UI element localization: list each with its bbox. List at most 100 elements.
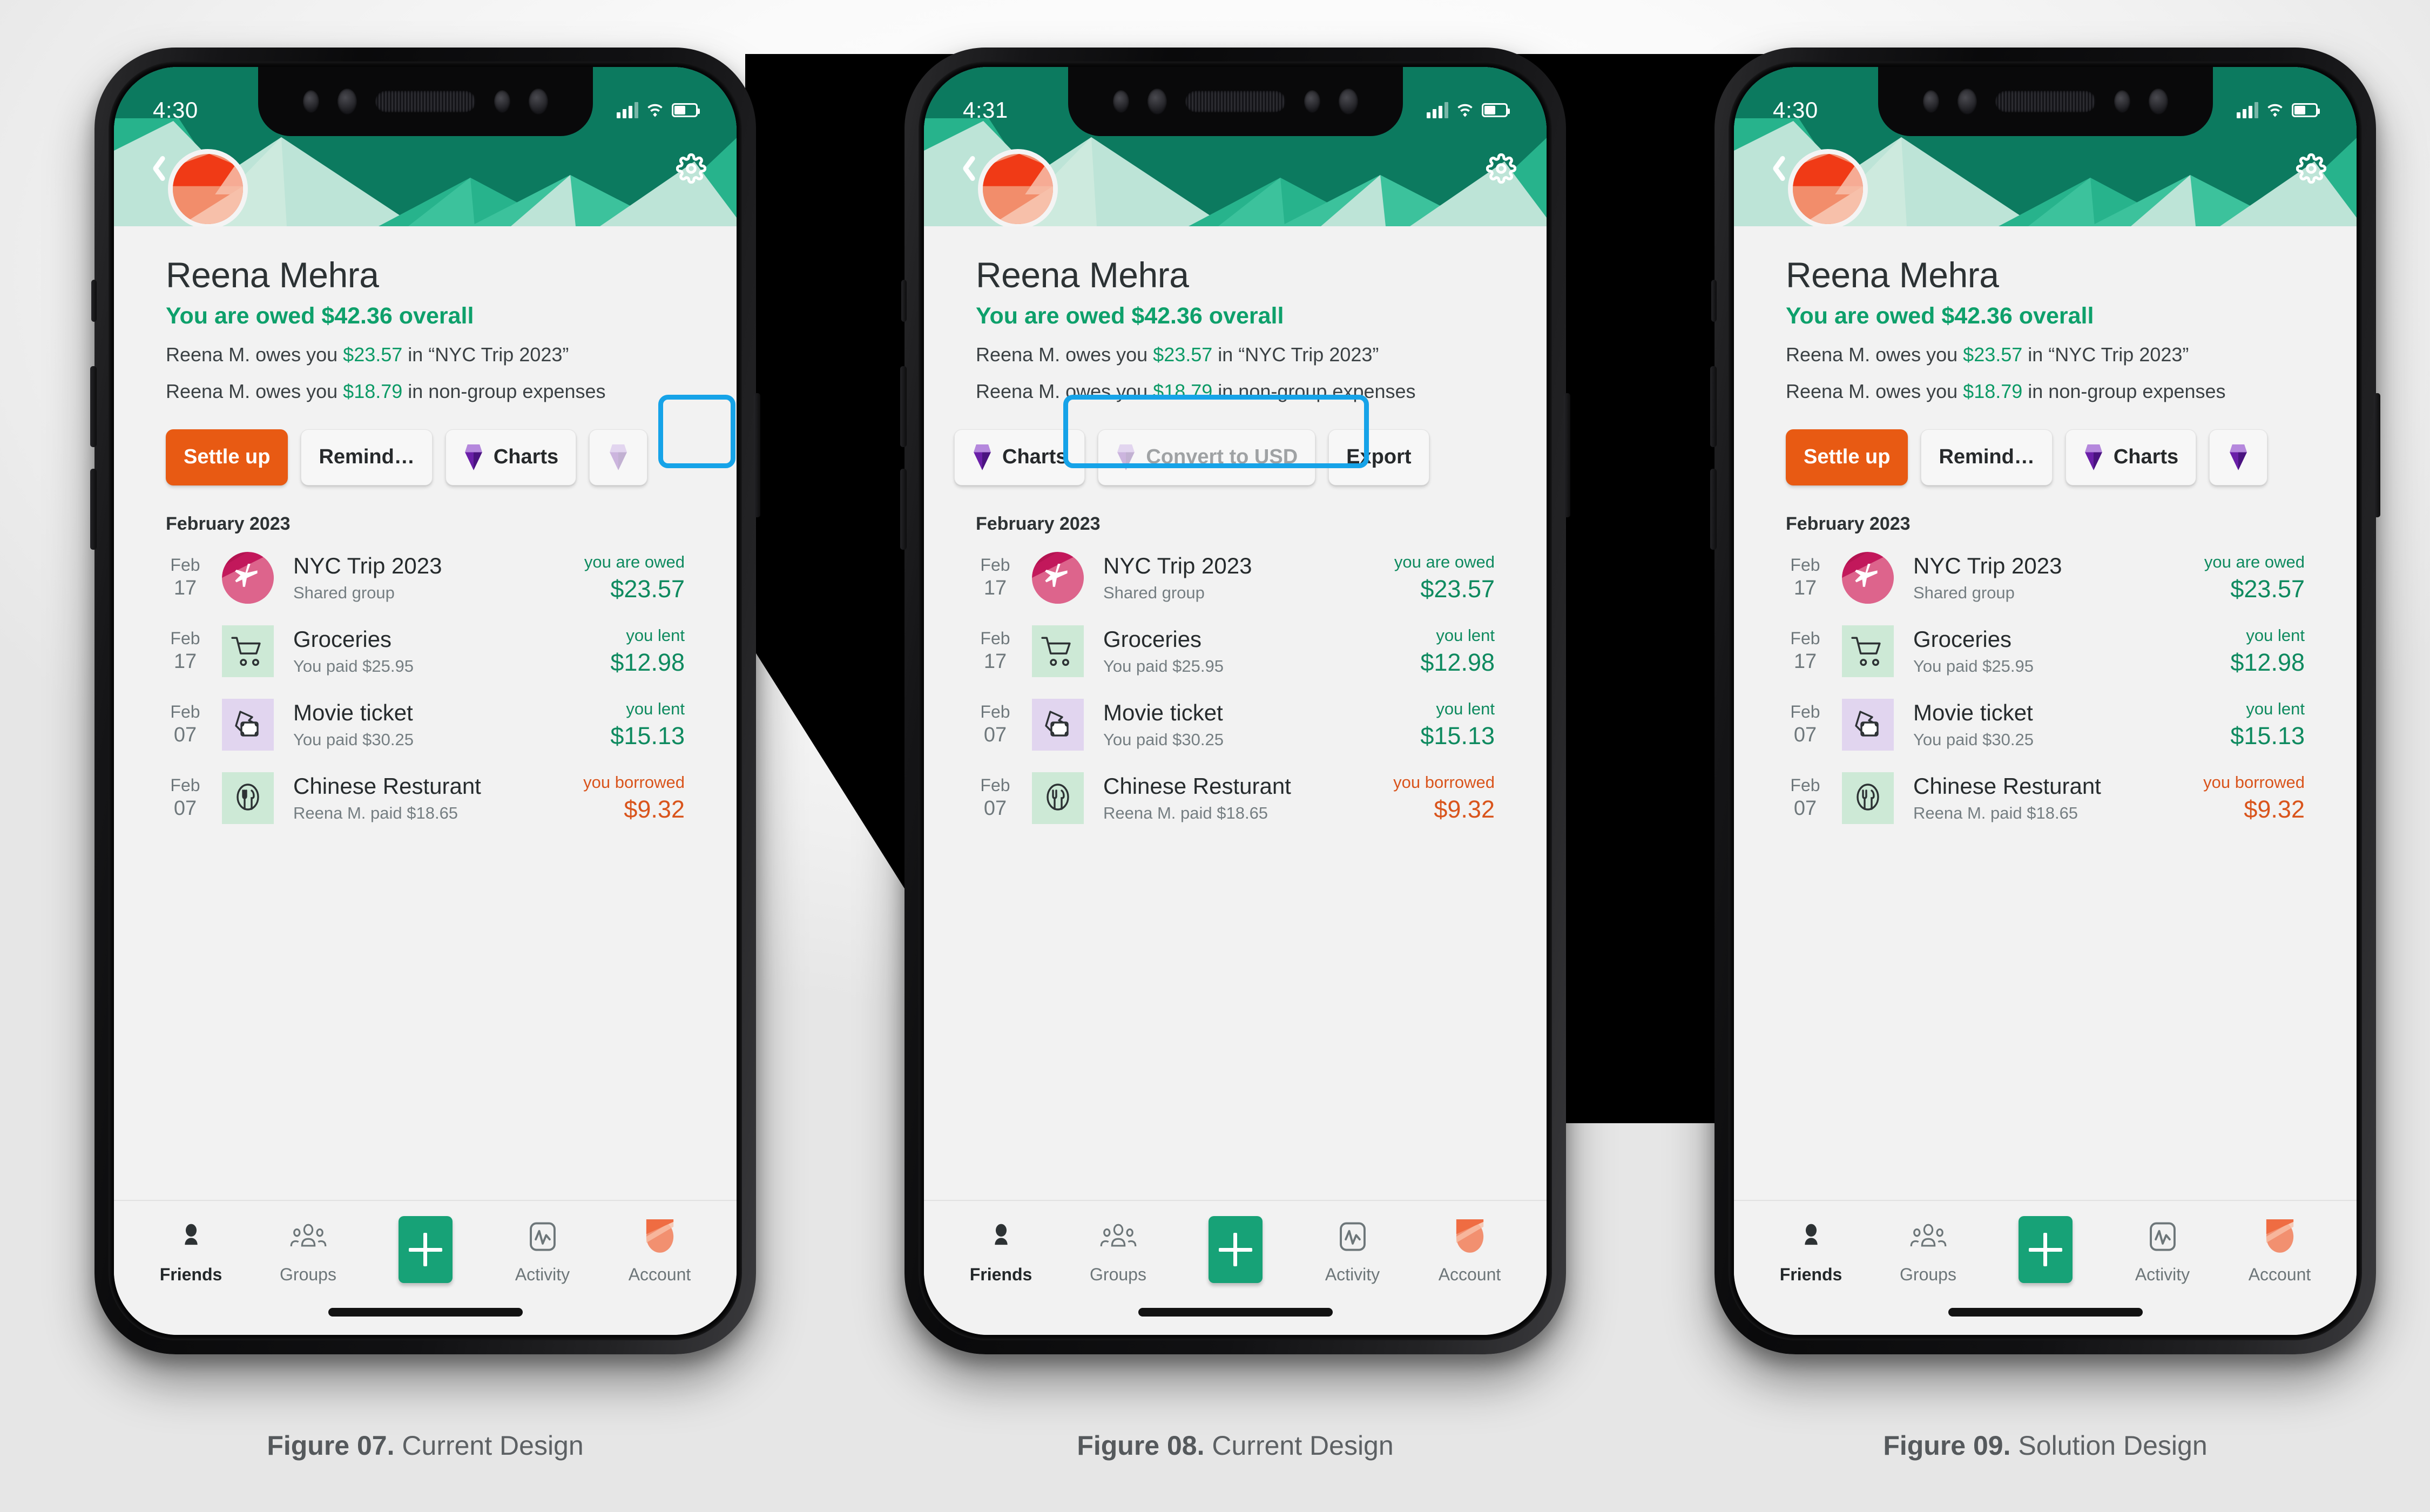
status-badge: you borrowed xyxy=(2203,772,2305,792)
expense-amount-block: you lent $15.13 xyxy=(610,699,685,750)
tab-activity[interactable]: Activity xyxy=(1299,1216,1407,1285)
expense-amount: $12.98 xyxy=(1420,648,1495,676)
phone3-bottom-nav: Friends Groups Activity Account xyxy=(1734,1200,2357,1335)
table-row[interactable]: Feb 17 NYC Trip 2023 Shared group you ar… xyxy=(924,541,1547,615)
table-row[interactable]: Feb 07 Chinese Resturant Reena M. paid $1… xyxy=(1734,761,2357,835)
table-row[interactable]: Feb 07 Movie ticket You paid $30.25 you … xyxy=(1734,688,2357,761)
expense-amount: $15.13 xyxy=(1420,721,1495,750)
tab-account[interactable]: Account xyxy=(1416,1216,1524,1285)
tab-groups[interactable]: Groups xyxy=(1064,1216,1172,1285)
airplane-icon xyxy=(222,551,274,604)
table-row[interactable]: Feb 17 Groceries You paid $25.95 you lent xyxy=(1734,615,2357,688)
home-indicator xyxy=(1138,1308,1333,1317)
plus-icon[interactable] xyxy=(2018,1216,2073,1283)
phone2-action-bar: Charts Convert to USD Export xyxy=(924,394,1547,485)
figure-label: Current Design xyxy=(402,1430,584,1461)
charts-button[interactable]: Charts xyxy=(445,429,577,485)
phone2-mute-switch xyxy=(901,280,907,322)
table-row[interactable]: Feb 17 Groceries You paid $25.95 you lent xyxy=(924,615,1547,688)
tab-friends[interactable]: Friends xyxy=(137,1216,245,1285)
back-chevron-icon[interactable] xyxy=(954,153,973,184)
tab-account[interactable]: Account xyxy=(2226,1216,2334,1285)
tab-friends[interactable]: Friends xyxy=(947,1216,1055,1285)
expense-subtitle: You paid $30.25 xyxy=(1103,730,1224,749)
expense-amount-block: you lent $15.13 xyxy=(1420,699,1495,750)
user-avatar[interactable] xyxy=(168,149,248,226)
tab-label: Activity xyxy=(515,1265,570,1284)
phone1-volume-down-button xyxy=(90,469,97,550)
tab-label: Friends xyxy=(159,1265,222,1284)
plus-icon[interactable] xyxy=(398,1216,453,1283)
gear-icon[interactable] xyxy=(1486,153,1516,184)
phone2-expense-list: Feb 17 NYC Trip 2023 Shared group you ar… xyxy=(924,541,1547,835)
camera-icon xyxy=(1338,89,1358,114)
user-avatar[interactable] xyxy=(1788,149,1868,226)
expense-date: Feb 17 xyxy=(980,629,1010,673)
expense-subtitle: You paid $25.95 xyxy=(1913,656,2034,676)
month-section-header: February 2023 xyxy=(1734,485,2357,541)
charts-button[interactable]: Charts xyxy=(2065,429,2197,485)
plus-icon[interactable] xyxy=(1208,1216,1263,1283)
dining-plate-icon xyxy=(1032,772,1084,824)
tab-add-expense[interactable] xyxy=(1182,1216,1290,1283)
tab-friends[interactable]: Friends xyxy=(1757,1216,1865,1285)
remind-button[interactable]: Remind… xyxy=(1921,429,2053,485)
phone3-volume-down-button xyxy=(1710,469,1717,550)
phone3-screen: Reena Mehra You are owed $42.36 overall … xyxy=(1734,67,2357,1335)
overflow-action-button[interactable] xyxy=(589,429,648,485)
tab-activity[interactable]: Activity xyxy=(2109,1216,2217,1285)
tab-groups[interactable]: Groups xyxy=(254,1216,362,1285)
settle-up-button[interactable]: Settle up xyxy=(1786,429,1908,485)
figure-caption-2: Figure 08. Current Design xyxy=(905,1430,1566,1461)
expense-amount-block: you lent $12.98 xyxy=(610,626,685,677)
purple-gem-icon xyxy=(2084,444,2102,470)
expense-title: NYC Trip 2023 xyxy=(1103,552,1252,578)
expense-title: Movie ticket xyxy=(293,699,413,725)
activity-pulse-icon xyxy=(2146,1216,2179,1257)
balance-detail-line: Reena M. owes you $23.57 in “NYC Trip 20… xyxy=(976,343,1379,366)
table-row[interactable]: Feb 07 Chinese Resturant Reena M. paid $1… xyxy=(114,761,737,835)
sensor-icon xyxy=(302,90,319,113)
settle-up-button[interactable]: Settle up xyxy=(166,429,288,485)
table-row[interactable]: Feb 07 Movie ticket You paid $30.25 you … xyxy=(114,688,737,761)
gear-icon[interactable] xyxy=(2296,153,2326,184)
shopping-cart-icon xyxy=(222,625,274,677)
table-row[interactable]: Feb 17 NYC Trip 2023 Shared group you ar… xyxy=(1734,541,2357,615)
status-badge: you lent xyxy=(1436,625,1495,645)
table-row[interactable]: Feb 07 Movie ticket You paid $30.25 you … xyxy=(924,688,1547,761)
tab-groups[interactable]: Groups xyxy=(1874,1216,1982,1285)
table-row[interactable]: Feb 07 Chinese Resturant Reena M. paid $1… xyxy=(924,761,1547,835)
phone2-notch xyxy=(1068,67,1403,136)
expense-info: Chinese Resturant Reena M. paid $18.65 xyxy=(274,773,583,823)
export-button[interactable]: Export xyxy=(1328,429,1429,485)
overall-balance-summary: You are owed $42.36 overall xyxy=(166,303,474,329)
phone2-volume-down-button xyxy=(900,469,907,550)
tab-add-expense[interactable] xyxy=(372,1216,480,1283)
remind-button[interactable]: Remind… xyxy=(301,429,433,485)
balance-amount: $18.79 xyxy=(1153,380,1213,403)
user-avatar[interactable] xyxy=(978,149,1058,226)
convert-to-usd-button[interactable]: Convert to USD xyxy=(1098,429,1316,485)
tab-label: Groups xyxy=(280,1265,336,1284)
person-icon xyxy=(986,1216,1016,1257)
expense-date: Feb 17 xyxy=(170,555,200,599)
gear-icon[interactable] xyxy=(676,153,706,184)
back-chevron-icon[interactable] xyxy=(1764,153,1783,184)
expense-title: Chinese Resturant xyxy=(293,773,481,799)
balance-amount: $23.57 xyxy=(343,343,403,366)
expense-title: Groceries xyxy=(1913,626,2012,652)
expense-date: Feb 17 xyxy=(1790,629,1820,673)
charts-button[interactable]: Charts xyxy=(954,429,1085,485)
table-row[interactable]: Feb 17 NYC Trip 2023 Shared group you ar… xyxy=(114,541,737,615)
expense-date: Feb 07 xyxy=(980,702,1010,746)
balance-amount: $23.57 xyxy=(1963,343,2023,366)
overflow-action-button[interactable] xyxy=(2209,429,2268,485)
status-badge: you lent xyxy=(626,625,685,645)
activity-pulse-icon xyxy=(526,1216,559,1257)
back-chevron-icon[interactable] xyxy=(144,153,163,184)
tab-activity[interactable]: Activity xyxy=(489,1216,597,1285)
tab-add-expense[interactable] xyxy=(1992,1216,2100,1283)
month-section-header: February 2023 xyxy=(114,485,737,541)
table-row[interactable]: Feb 17 Groceries You paid $25.95 you lent xyxy=(114,615,737,688)
tab-account[interactable]: Account xyxy=(606,1216,714,1285)
